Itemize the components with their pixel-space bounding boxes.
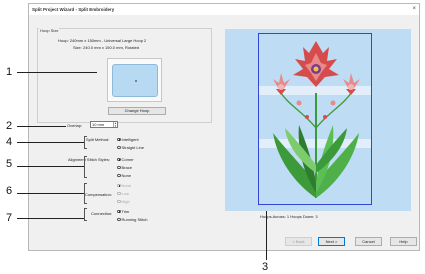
callout-line-7 [17, 218, 84, 219]
radio-label: None [121, 173, 132, 178]
hoop-shape [112, 64, 158, 97]
callout-4: 4 [6, 136, 13, 148]
callout-3: 3 [262, 261, 269, 273]
radio-dot-icon [117, 157, 121, 162]
cancel-button[interactable]: Cancel [355, 237, 382, 246]
radio-straight-line[interactable]: Straight Line [117, 145, 144, 150]
hoops-count-status: Hoops Across: 1 Hoops Down: 3 [260, 214, 318, 219]
radio-dot-icon [117, 165, 121, 170]
compensation-label: Compensation: [85, 192, 112, 197]
radio-dot-icon [117, 191, 121, 196]
radio-none-compensation[interactable]: None [117, 183, 131, 188]
connection-label: Connection: [91, 211, 113, 216]
alignment-label: Alignment Stitch Styles: [68, 157, 111, 162]
overlap-value: 10 mm [92, 122, 105, 127]
split-method-label: Split Method: [86, 137, 110, 142]
window-title: Split Project Wizard - Split Embroidery [32, 7, 115, 12]
radio-label: Brace [121, 165, 132, 170]
close-icon[interactable]: × [412, 6, 416, 12]
radio-label: Low [121, 191, 129, 196]
radio-label: Intelligent [121, 137, 139, 142]
radio-label: High [121, 199, 130, 204]
overlap-label: Overlap: [67, 123, 83, 128]
callout-line-2 [17, 126, 66, 127]
radio-none-alignment[interactable]: None [117, 173, 131, 178]
callout-7: 7 [6, 212, 13, 224]
help-button[interactable]: Help [390, 237, 417, 246]
callout-2: 2 [6, 120, 13, 132]
design-preview[interactable] [225, 29, 411, 211]
radio-dot-icon [117, 145, 121, 150]
radio-label: None [121, 183, 132, 188]
hoop-size-group: Hoop Size Hoop: 240mm x 150mm - Universa… [37, 28, 212, 123]
radio-label: Straight Line [121, 145, 144, 150]
title-bar: Split Project Wizard - Split Embroidery … [29, 4, 419, 15]
hoop-dimensions: Size: 240.0 mm x 150.0 mm, Rotated [73, 45, 140, 50]
radio-dot-icon [117, 199, 121, 204]
radio-brace[interactable]: Brace [117, 165, 132, 170]
radio-dot-icon [117, 137, 121, 142]
split-method-bracket [84, 136, 87, 149]
overlap-input[interactable]: 10 mm ▴ ▾ [90, 121, 118, 128]
radio-dot-icon [117, 173, 121, 178]
spin-arrows-icon[interactable]: ▴ ▾ [113, 122, 117, 127]
radio-dot-icon [117, 217, 121, 222]
radio-dot-icon [117, 209, 121, 214]
back-button[interactable]: < Back [285, 237, 312, 246]
callout-1: 1 [6, 66, 13, 78]
radio-dot-icon [117, 183, 121, 188]
hoop-description: Hoop: 240mm x 150mm - Universal Large Ho… [58, 38, 147, 43]
radio-trim[interactable]: Trim [117, 209, 129, 214]
compensation-bracket [84, 183, 87, 204]
radio-running-stitch[interactable]: Running Stitch [117, 217, 148, 222]
callout-line-6 [17, 193, 84, 194]
radio-label: Corner [121, 157, 134, 162]
flower-embroidery-image [273, 41, 360, 198]
callout-5: 5 [6, 158, 13, 170]
next-button[interactable]: Next > [318, 237, 345, 246]
radio-label: Running Stitch [121, 217, 148, 222]
hoop-center-marker [135, 80, 137, 82]
alignment-bracket [84, 156, 87, 178]
radio-low[interactable]: Low [117, 191, 129, 196]
callout-6: 6 [6, 185, 13, 197]
hoop-preview [107, 58, 162, 102]
radio-intelligent[interactable]: Intelligent [117, 137, 139, 142]
hoop-size-label: Hoop Size [39, 28, 60, 33]
callout-line-1 [17, 72, 97, 73]
radio-high[interactable]: High [117, 199, 130, 204]
change-hoop-button[interactable]: Change Hoop [108, 107, 166, 115]
connection-bracket [84, 208, 87, 221]
radio-label: Trim [121, 209, 130, 214]
callout-line-4 [17, 142, 84, 143]
callout-line-5 [17, 166, 84, 167]
radio-corner[interactable]: Corner [117, 157, 134, 162]
